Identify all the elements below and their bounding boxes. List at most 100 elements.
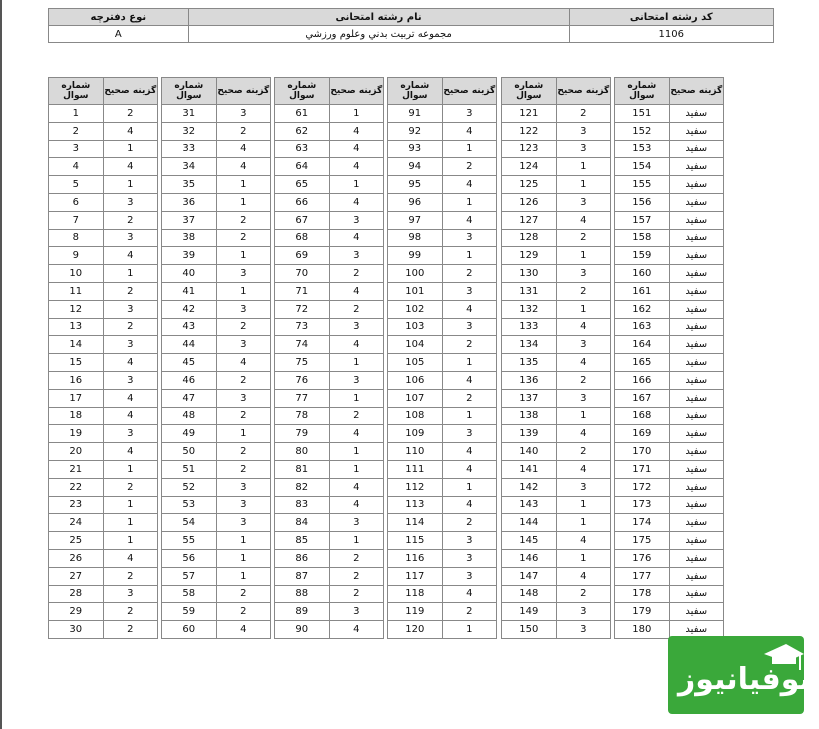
answer-row: 171 سفيد xyxy=(614,459,725,479)
answer-row: 72 xyxy=(48,210,159,230)
correct-option-cell: 4 xyxy=(215,139,272,159)
answer-row: 142 3 xyxy=(501,477,612,497)
answer-row: 40 3 xyxy=(161,264,272,283)
answer-row: 57 1 xyxy=(161,566,272,586)
question-number-cell: 138 xyxy=(501,406,557,426)
answer-row: 131 2 xyxy=(501,281,612,301)
field-name-value: مجموعه تربيت بدني وعلوم ورزشي xyxy=(187,25,570,43)
question-number-cell: 39 xyxy=(161,246,217,266)
correct-option-cell: سفيد xyxy=(668,104,725,123)
correct-option-cell: 1 xyxy=(102,139,159,159)
question-number-cell: 1 xyxy=(48,104,104,123)
question-number-cell: 107 xyxy=(387,388,443,408)
question-number-cell: 29 xyxy=(48,602,104,622)
correct-option-cell: 3 xyxy=(555,192,612,212)
correct-option-header: گزینه صحیح xyxy=(668,77,725,105)
answer-row: 44 3 xyxy=(161,335,272,355)
correct-option-cell: 1 xyxy=(555,513,612,533)
correct-option-cell: 4 xyxy=(328,121,385,141)
answer-row: 100 2 xyxy=(387,264,498,283)
correct-option-cell: 3 xyxy=(215,495,272,515)
correct-option-cell: 3 xyxy=(328,370,385,390)
question-number-header: شماره سوال xyxy=(387,77,443,105)
question-number-cell: 66 xyxy=(274,192,330,212)
booklet-type-label: نوع دفترچه xyxy=(48,8,189,26)
question-number-cell: 180 xyxy=(614,620,670,639)
answer-row: 83 xyxy=(48,228,159,248)
correct-option-cell: 2 xyxy=(215,228,272,248)
answer-row: 49 1 xyxy=(161,424,272,444)
answer-row: 41 1 xyxy=(161,281,272,301)
question-number-cell: 37 xyxy=(161,210,217,230)
answer-row: 94 xyxy=(48,246,159,266)
correct-option-cell: 4 xyxy=(441,121,498,141)
question-number-cell: 41 xyxy=(161,281,217,301)
correct-option-cell: 4 xyxy=(328,477,385,497)
question-number-cell: 50 xyxy=(161,442,217,461)
correct-option-cell: 2 xyxy=(215,210,272,230)
answer-row: 127 4 xyxy=(501,210,612,230)
answer-row: 45 4 xyxy=(161,353,272,372)
correct-option-cell: 2 xyxy=(441,513,498,533)
answer-row: 19 3 xyxy=(48,424,159,444)
answer-row: 108 1 xyxy=(387,406,498,426)
correct-option-header: گزینه صحیح xyxy=(102,77,159,105)
question-number-cell: 92 xyxy=(387,121,443,141)
question-number-cell: 159 xyxy=(614,246,670,266)
question-number-cell: 174 xyxy=(614,513,670,533)
correct-option-cell: 1 xyxy=(441,192,498,212)
answer-row: 24 xyxy=(48,121,159,141)
question-number-cell: 26 xyxy=(48,548,104,568)
correct-option-cell: 4 xyxy=(328,139,385,159)
question-number-cell: 175 xyxy=(614,531,670,550)
answer-row: 122 3 xyxy=(501,121,612,141)
correct-option-cell: 2 xyxy=(215,121,272,141)
correct-option-cell: 2 xyxy=(328,299,385,319)
correct-option-cell: سفيد xyxy=(668,175,725,194)
correct-option-cell: 1 xyxy=(555,246,612,266)
correct-option-cell: 2 xyxy=(441,157,498,177)
correct-option-cell: 1 xyxy=(215,531,272,550)
question-number-cell: 38 xyxy=(161,228,217,248)
correct-option-cell: 3 xyxy=(102,299,159,319)
correct-option-cell: 4 xyxy=(328,157,385,177)
answer-row: 15 4 xyxy=(48,353,159,372)
question-number-cell: 68 xyxy=(274,228,330,248)
correct-option-cell: 3 xyxy=(555,264,612,283)
answer-table: شماره سوال گزینه صحیح 31 3 32 2 33 4 34 4 35 1 36 1 37… xyxy=(161,77,272,639)
field-code-label: کد رشته امتحانی xyxy=(568,8,775,26)
answer-row: 115 3 xyxy=(387,531,498,550)
correct-option-cell: 4 xyxy=(215,620,272,639)
answer-row: 147 4 xyxy=(501,566,612,586)
answer-row: 55 1 xyxy=(161,531,272,550)
correct-option-cell: 3 xyxy=(441,566,498,586)
question-number-cell: 110 xyxy=(387,442,443,461)
answer-row: 65 1 xyxy=(274,175,385,194)
question-number-cell: 72 xyxy=(274,299,330,319)
question-number-cell: 47 xyxy=(161,388,217,408)
answer-row: 154 سفيد xyxy=(614,157,725,177)
answer-row: 88 2 xyxy=(274,584,385,604)
correct-option-cell: 4 xyxy=(102,388,159,408)
question-number-cell: 34 xyxy=(161,157,217,177)
correct-option-cell: 2 xyxy=(555,370,612,390)
question-number-cell: 101 xyxy=(387,281,443,301)
question-number-header: شماره سوال xyxy=(274,77,330,105)
correct-option-cell: 4 xyxy=(441,459,498,479)
answer-row: 157 سفيد xyxy=(614,210,725,230)
answer-row: 149 3 xyxy=(501,602,612,622)
correct-option-cell: سفيد xyxy=(668,459,725,479)
answer-row: 54 3 xyxy=(161,513,272,533)
question-number-cell: 42 xyxy=(161,299,217,319)
question-number-cell: 15 xyxy=(48,353,104,372)
answer-row: 161 سفيد xyxy=(614,281,725,301)
question-number-cell: 45 xyxy=(161,353,217,372)
answer-row: 74 4 xyxy=(274,335,385,355)
answer-row: 92 4 xyxy=(387,121,498,141)
answer-row: 62 4 xyxy=(274,121,385,141)
correct-option-cell: 3 xyxy=(441,317,498,337)
correct-option-cell: 2 xyxy=(215,602,272,622)
question-number-cell: 154 xyxy=(614,157,670,177)
field-name-label: نام رشته امتحانی xyxy=(187,8,570,26)
question-number-cell: 123 xyxy=(501,139,557,159)
